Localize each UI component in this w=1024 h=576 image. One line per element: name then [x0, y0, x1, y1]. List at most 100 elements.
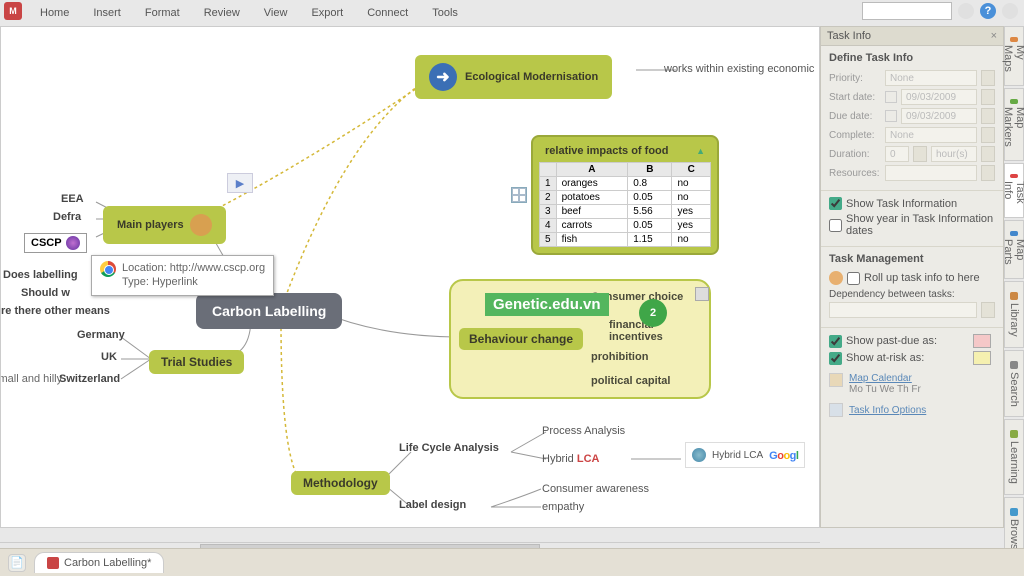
section-define: Define Task Info — [829, 52, 995, 64]
question-1[interactable]: Does labelling — [3, 269, 78, 281]
chevron-down-icon[interactable] — [981, 89, 995, 105]
player-cscp[interactable]: CSCP — [24, 233, 87, 253]
calendar-icon[interactable] — [885, 110, 897, 122]
show-task-info-checkbox[interactable] — [829, 197, 842, 210]
mindmap-canvas[interactable]: ➜ Ecological Modernisation works within … — [0, 26, 820, 528]
chevron-down-icon[interactable] — [981, 165, 995, 181]
chevron-down-icon[interactable] — [981, 302, 995, 318]
pastdue-color[interactable] — [973, 334, 991, 348]
tab-library[interactable]: Library — [1004, 281, 1024, 348]
player-defra[interactable]: Defra — [53, 211, 81, 223]
node-central[interactable]: Carbon Labelling — [196, 293, 342, 329]
question-2[interactable]: Should w — [21, 287, 70, 299]
menu-export[interactable]: Export — [311, 7, 343, 21]
behaviour-prohibition[interactable]: prohibition — [591, 351, 648, 363]
menu-review[interactable]: Review — [204, 7, 240, 21]
menu-view[interactable]: View — [264, 7, 288, 21]
rollup-icon — [829, 271, 843, 285]
trial-note: small and hilly — [0, 373, 62, 385]
dependency-field[interactable] — [829, 302, 977, 318]
spinner-icon[interactable] — [913, 146, 927, 162]
complete-field[interactable]: None — [885, 127, 977, 143]
show-year-checkbox[interactable] — [829, 219, 842, 232]
note-icon[interactable] — [695, 287, 709, 301]
toolbar-right: ? — [862, 2, 1018, 20]
tab-map-parts[interactable]: Map Parts — [1004, 220, 1024, 279]
zoom-combo[interactable] — [862, 2, 952, 20]
node-lifecycle[interactable]: Life Cycle Analysis — [399, 442, 499, 454]
new-tab-button[interactable]: 📄 — [8, 554, 26, 572]
watermark-overlay: Genetic.edu.vn — [485, 293, 609, 316]
globe-icon — [66, 236, 80, 250]
calendar-days: Mo Tu We Th Fr — [849, 384, 921, 395]
rollup-checkbox[interactable] — [847, 272, 860, 285]
node-trial[interactable]: Trial Studies — [149, 350, 244, 374]
behaviour-label: Behaviour change — [459, 328, 583, 350]
node-labeldesign[interactable]: Label design — [399, 499, 466, 511]
menu-insert[interactable]: Insert — [93, 7, 121, 21]
chevron-down-icon[interactable] — [981, 108, 995, 124]
menu-home[interactable]: Home — [40, 7, 69, 21]
chevron-down-icon[interactable] — [981, 127, 995, 143]
impacts-title: relative impacts of food — [545, 145, 668, 157]
node-impacts[interactable]: relative impacts of food ▲ ABC 1oranges0… — [531, 135, 719, 255]
due-date-field[interactable]: 09/03/2009 — [901, 108, 977, 124]
google-link[interactable]: Hybrid LCA Googl — [685, 442, 805, 468]
tab-task-info[interactable]: Task Info — [1004, 163, 1024, 219]
note-ecological: works within existing economic — [664, 63, 814, 75]
trial-uk[interactable]: UK — [101, 351, 117, 363]
chevron-down-icon[interactable] — [981, 70, 995, 86]
play-icon[interactable]: ▶ — [227, 173, 253, 193]
node-methodology[interactable]: Methodology — [291, 471, 390, 495]
help-icon[interactable]: ? — [980, 3, 996, 19]
panel-title: Task Info — [827, 30, 871, 42]
behaviour-political[interactable]: political capital — [591, 375, 670, 387]
player-eea[interactable]: EEA — [61, 193, 84, 205]
hyperlink-tooltip: Location: http://www.cscp.org Type: Hype… — [91, 255, 274, 296]
tab-search[interactable]: Search — [1004, 350, 1024, 418]
chrome-icon — [100, 261, 116, 277]
map-calendar-link[interactable]: Map Calendar — [849, 373, 921, 384]
resources-field[interactable] — [885, 165, 977, 181]
tab-map-markers[interactable]: Map Markers — [1004, 88, 1024, 161]
task-info-panel: Task Info × Define Task Info Priority:No… — [820, 26, 1004, 528]
atrisk-checkbox[interactable] — [829, 352, 842, 365]
arrow-right-icon: ➜ — [429, 63, 457, 91]
close-icon[interactable]: × — [991, 30, 997, 42]
collapse-icon[interactable]: ▲ — [696, 146, 705, 156]
start-date-field[interactable]: 09/03/2009 — [901, 89, 977, 105]
labeldesign-awareness[interactable]: Consumer awareness — [542, 483, 649, 495]
node-ecological[interactable]: ➜ Ecological Modernisation — [415, 55, 612, 99]
spreadsheet-icon[interactable] — [511, 187, 527, 203]
atrisk-color[interactable] — [973, 351, 991, 365]
app-logo-icon: M — [4, 2, 22, 20]
chevron-down-icon[interactable] — [981, 146, 995, 162]
document-tab[interactable]: Carbon Labelling* — [34, 552, 164, 573]
trial-germany[interactable]: Germany — [77, 329, 125, 341]
menu-connect[interactable]: Connect — [367, 7, 408, 21]
pastdue-checkbox[interactable] — [829, 335, 842, 348]
tab-my-maps[interactable]: My Maps — [1004, 26, 1024, 86]
task-info-options-link[interactable]: Task Info Options — [849, 405, 926, 416]
calendar-icon[interactable] — [885, 91, 897, 103]
lifecycle-process[interactable]: Process Analysis — [542, 425, 625, 437]
menu-tools[interactable]: Tools — [432, 7, 458, 21]
question-3[interactable]: re there other means — [1, 305, 110, 317]
duration-field[interactable]: 0 — [885, 146, 909, 162]
trial-switzerland[interactable]: Switzerland — [59, 373, 120, 385]
lifecycle-hybrid[interactable]: Hybrid LCA — [542, 453, 599, 465]
priority-field[interactable]: None — [885, 70, 977, 86]
tooltip-type: Type: Hyperlink — [122, 275, 265, 289]
node-main-players[interactable]: Main players — [103, 206, 226, 244]
tab-learning[interactable]: Learning — [1004, 419, 1024, 495]
menu-format[interactable]: Format — [145, 7, 180, 21]
options-icon — [829, 403, 843, 417]
right-tab-strip: My Maps Map Markers Task Info Map Parts … — [1004, 26, 1024, 528]
priority-icon: 2 — [639, 299, 667, 327]
search-toolbar-icon[interactable] — [958, 3, 974, 19]
section-management: Task Management — [829, 253, 995, 265]
labeldesign-empathy[interactable]: empathy — [542, 501, 584, 513]
impacts-table: ABC 1oranges0.8no 2potatoes0.05no 3beef5… — [539, 162, 711, 247]
dropdown-icon[interactable] — [1002, 3, 1018, 19]
duration-unit[interactable]: hour(s) — [931, 146, 977, 162]
